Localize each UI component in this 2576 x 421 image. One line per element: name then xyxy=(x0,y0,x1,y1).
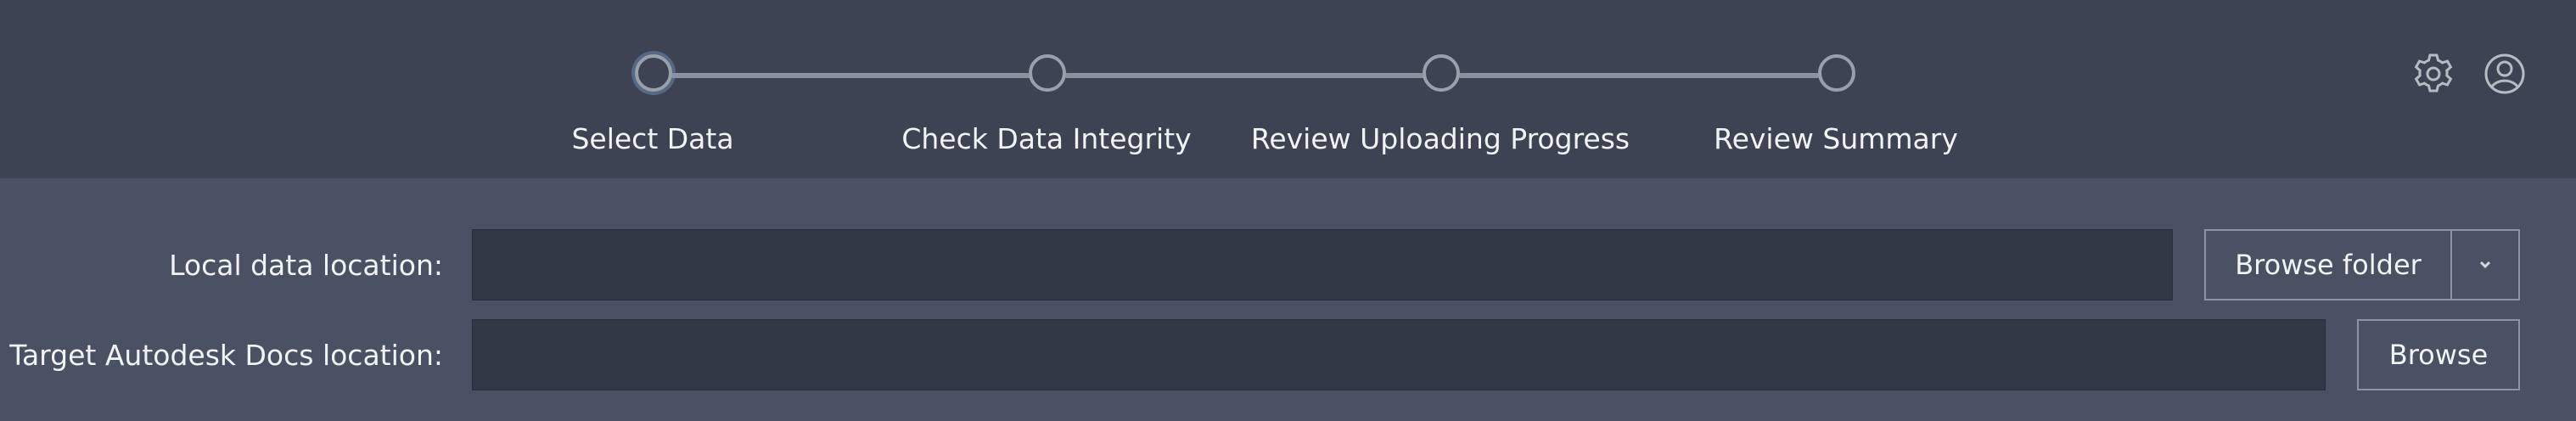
browse-options-dropdown[interactable] xyxy=(2450,229,2520,300)
local-data-input[interactable] xyxy=(472,229,2173,300)
step-4-label: Review Summary xyxy=(1714,122,1958,155)
local-data-label: Local data location: xyxy=(169,249,443,282)
step-connector xyxy=(1064,73,1426,78)
target-docs-row: Target Autodesk Docs location: Browse xyxy=(0,319,2576,392)
chevron-down-icon xyxy=(2479,261,2491,269)
browse-folder-button[interactable]: Browse folder xyxy=(2204,229,2452,300)
step-3-label: Review Uploading Progress xyxy=(1250,122,1630,155)
step-4-indicator[interactable] xyxy=(1818,54,1855,92)
progress-stepper: Select Data Check Data Integrity Review … xyxy=(0,0,2576,178)
step-2-indicator[interactable] xyxy=(1029,54,1066,92)
step-connector xyxy=(1458,73,1820,78)
step-connector xyxy=(671,73,1032,78)
gear-icon[interactable] xyxy=(2410,51,2456,97)
step-3-indicator[interactable] xyxy=(1423,54,1460,92)
local-data-row: Local data location: Browse folder xyxy=(0,229,2576,302)
browse-button[interactable]: Browse xyxy=(2357,319,2520,390)
step-1-label: Select Data xyxy=(571,122,734,155)
step-2-label: Check Data Integrity xyxy=(901,122,1192,155)
target-docs-label: Target Autodesk Docs location: xyxy=(9,339,443,372)
target-docs-input[interactable] xyxy=(472,319,2326,390)
user-account-icon[interactable] xyxy=(2482,51,2528,97)
step-1-indicator[interactable] xyxy=(635,54,672,92)
